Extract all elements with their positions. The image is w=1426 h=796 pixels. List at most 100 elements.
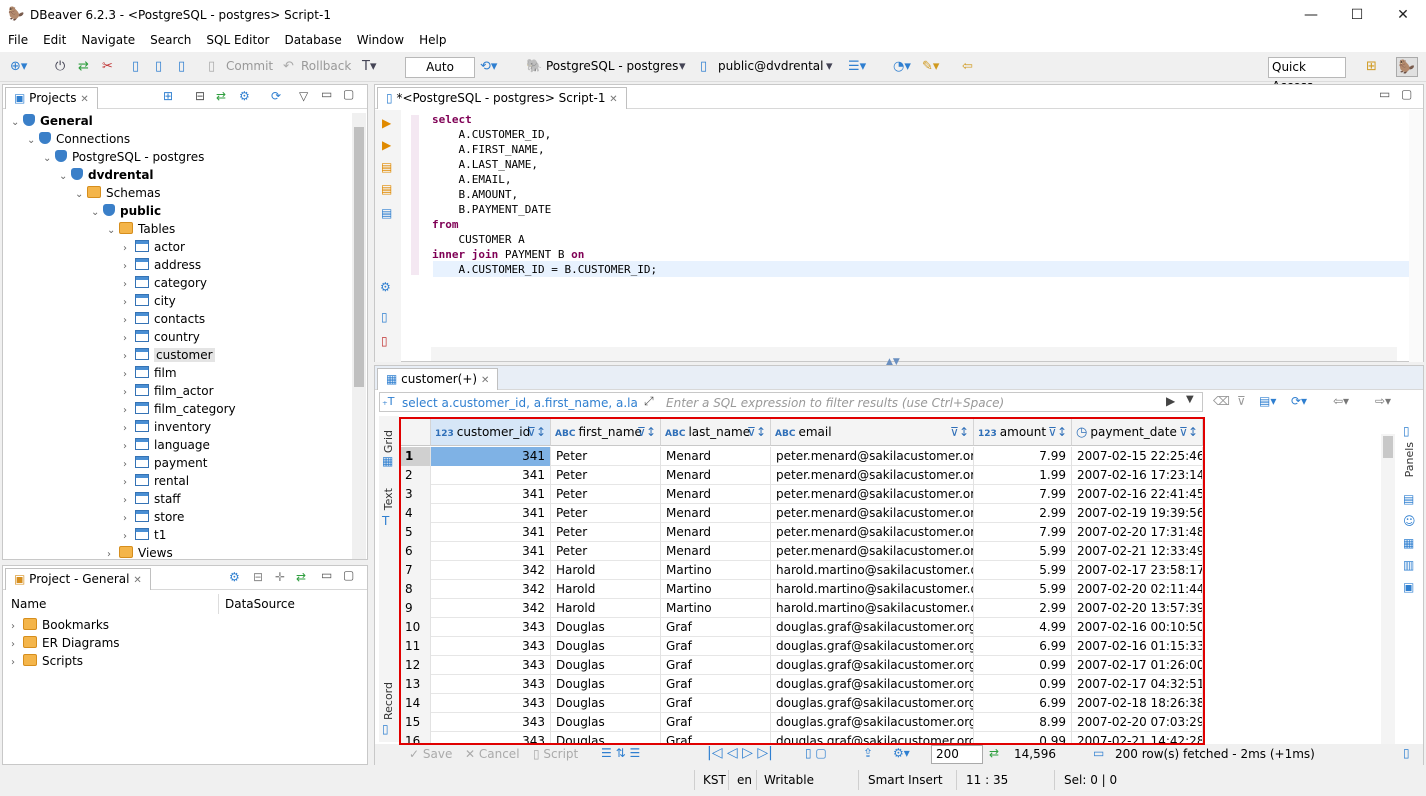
connect-icon[interactable]: ⏻ (55, 57, 65, 77)
new-connection-icon[interactable]: ⊕▾ (10, 57, 27, 77)
chevron-right-icon[interactable]: › (107, 546, 119, 564)
table-cell[interactable]: 341 (431, 466, 551, 485)
table-row[interactable]: 3 341 Peter Menard peter.menard@sakilacustom… (401, 485, 1203, 504)
menu-database[interactable]: Database (276, 30, 348, 47)
table-cell[interactable]: 2007-02-20 07:03:29 (1072, 713, 1203, 732)
grid-icon[interactable]: ▦ (382, 454, 393, 468)
chevron-down-icon[interactable]: ▾ (679, 57, 686, 77)
results-vscrollbar[interactable] (1381, 434, 1395, 744)
column-datasource-header[interactable]: DataSource (225, 597, 295, 611)
calc-icon[interactable]: ▥ (1403, 558, 1414, 572)
fetch-size-input[interactable]: 200 (931, 745, 983, 764)
tree-item-table-rental[interactable]: › rental (123, 472, 189, 490)
table-cell[interactable]: 341 (431, 523, 551, 542)
tree-item-public[interactable]: ⌄ public (91, 202, 161, 220)
sql-editor-icon[interactable]: ▯ (132, 57, 139, 77)
execute-statement-icon[interactable]: ▶ (382, 116, 391, 130)
table-row[interactable]: 11 343 Douglas Graf douglas.graf@sakilacusto… (401, 637, 1203, 656)
tree-item-table-t1[interactable]: › t1 (123, 526, 166, 544)
table-row[interactable]: 5 341 Peter Menard peter.menard@sakilacustom… (401, 523, 1203, 542)
tree-item-table-city[interactable]: › city (123, 292, 176, 310)
table-cell[interactable]: Harold (551, 580, 661, 599)
table-cell[interactable]: 0.99 (974, 732, 1072, 743)
table-cell[interactable]: Graf (661, 618, 771, 637)
chevron-down-icon[interactable]: ▾ (826, 57, 833, 77)
table-cell[interactable]: peter.menard@sakilacustomer.org (771, 542, 974, 561)
table-cell[interactable]: peter.menard@sakilacustomer.org (771, 523, 974, 542)
export-icons[interactable]: ▯ ▢ (805, 746, 827, 760)
execute-in-new-tab-icon[interactable]: ▶ (382, 138, 391, 152)
tree-item-table-payment[interactable]: › payment (123, 454, 207, 472)
table-cell[interactable]: Peter (551, 466, 661, 485)
filter-sort-icon[interactable]: ⊽↕ (527, 419, 546, 446)
table-cell[interactable]: Menard (661, 523, 771, 542)
commit-button[interactable]: Commit (226, 59, 273, 73)
tree-item-bookmarks[interactable]: › Bookmarks (11, 616, 109, 634)
table-cell[interactable]: 5.99 (974, 580, 1072, 599)
projects-scrollbar[interactable] (352, 113, 366, 559)
active-schema-selector[interactable]: public@dvdrental (718, 59, 824, 73)
table-cell[interactable]: douglas.graf@sakilacustomer.org (771, 637, 974, 656)
record-icon[interactable]: ▯ (382, 722, 389, 736)
maximize-icon[interactable]: ▢ (343, 568, 354, 582)
row-number[interactable]: 4 (401, 504, 431, 523)
table-cell[interactable]: Peter (551, 523, 661, 542)
table-cell[interactable]: 343 (431, 637, 551, 656)
row-number[interactable]: 3 (401, 485, 431, 504)
table-row[interactable]: 15 343 Douglas Graf douglas.graf@sakilacusto… (401, 713, 1203, 732)
tree-item-table-address[interactable]: › address (123, 256, 201, 274)
table-cell[interactable]: Peter (551, 485, 661, 504)
maximize-icon[interactable]: ▢ (343, 87, 354, 101)
chevron-down-icon[interactable]: ⌄ (75, 186, 87, 204)
apply-filter-icon[interactable]: ▶ (1166, 394, 1175, 408)
table-cell[interactable]: 0.99 (974, 656, 1072, 675)
sql-code[interactable]: select A.CUSTOMER_ID, A.FIRST_NAME, A.LA… (432, 112, 657, 277)
tree-item-table-staff[interactable]: › staff (123, 490, 181, 508)
list-icon[interactable]: ☰▾ (848, 57, 866, 77)
table-cell[interactable]: 343 (431, 618, 551, 637)
table-cell[interactable]: 4.99 (974, 618, 1072, 637)
table-cell[interactable]: harold.martino@sakilacustomer.org (771, 561, 974, 580)
table-row[interactable]: 2 341 Peter Menard peter.menard@sakilacustom… (401, 466, 1203, 485)
table-cell[interactable]: Douglas (551, 637, 661, 656)
menu-sql-editor[interactable]: SQL Editor (198, 30, 276, 47)
table-row[interactable]: 7 342 Harold Martino harold.martino@sakilacu… (401, 561, 1203, 580)
tab-script-1[interactable]: ▯ *<PostgreSQL - postgres> Script-1 ✕ (377, 87, 627, 109)
column-header-last-name[interactable]: ABC last_name ⊽↕ (661, 419, 771, 446)
row-number[interactable]: 2 (401, 466, 431, 485)
table-cell[interactable]: 341 (431, 542, 551, 561)
table-cell[interactable]: Peter (551, 447, 661, 466)
minimize-icon[interactable]: ▭ (321, 568, 332, 582)
tab-text[interactable]: Text (382, 488, 395, 510)
table-cell[interactable]: Harold (551, 599, 661, 618)
tab-panels[interactable]: Panels (1403, 442, 1416, 477)
expand-filter-icon[interactable]: ⤢ (644, 394, 654, 409)
table-row[interactable]: 12 343 Douglas Graf douglas.graf@sakilacusto… (401, 656, 1203, 675)
grid-corner[interactable] (401, 419, 431, 446)
table-cell[interactable]: Menard (661, 542, 771, 561)
menu-window[interactable]: Window (349, 30, 411, 47)
tree-item-table-contacts[interactable]: › contacts (123, 310, 205, 328)
column-header-email[interactable]: ABC email ⊽↕ (771, 419, 974, 446)
expand-icon[interactable]: ✛ (275, 570, 285, 584)
table-cell[interactable]: 343 (431, 713, 551, 732)
edit-row-icons[interactable]: ☰ ⇅ ☰ (601, 746, 640, 760)
export-icon[interactable]: ▯ (381, 310, 388, 324)
row-number[interactable]: 6 (401, 542, 431, 561)
link-icon[interactable]: ⇄ (216, 89, 226, 103)
tree-item-table-language[interactable]: › language (123, 436, 210, 454)
history-icon[interactable]: ⟲▾ (480, 57, 497, 77)
row-number[interactable]: 13 (401, 675, 431, 694)
table-row[interactable]: 9 342 Harold Martino harold.martino@sakilacu… (401, 599, 1203, 618)
table-cell[interactable]: Douglas (551, 618, 661, 637)
panels-icon[interactable]: ▯ (1403, 424, 1410, 438)
gear-icon[interactable]: ⚙ (239, 89, 250, 103)
table-row[interactable]: 13 343 Douglas Graf douglas.graf@sakilacusto… (401, 675, 1203, 694)
metadata-icon[interactable]: ☺ (1403, 514, 1416, 528)
add-icon[interactable]: ⊞ (163, 89, 173, 103)
back-icon[interactable]: ⇦▾ (1333, 394, 1349, 408)
chevron-down-icon[interactable]: ⌄ (59, 168, 71, 186)
column-header-payment-date[interactable]: ◷ payment_date ⊽↕ (1072, 419, 1203, 446)
table-cell[interactable]: douglas.graf@sakilacustomer.org (771, 675, 974, 694)
commit-mode-button[interactable]: Auto (405, 57, 475, 78)
